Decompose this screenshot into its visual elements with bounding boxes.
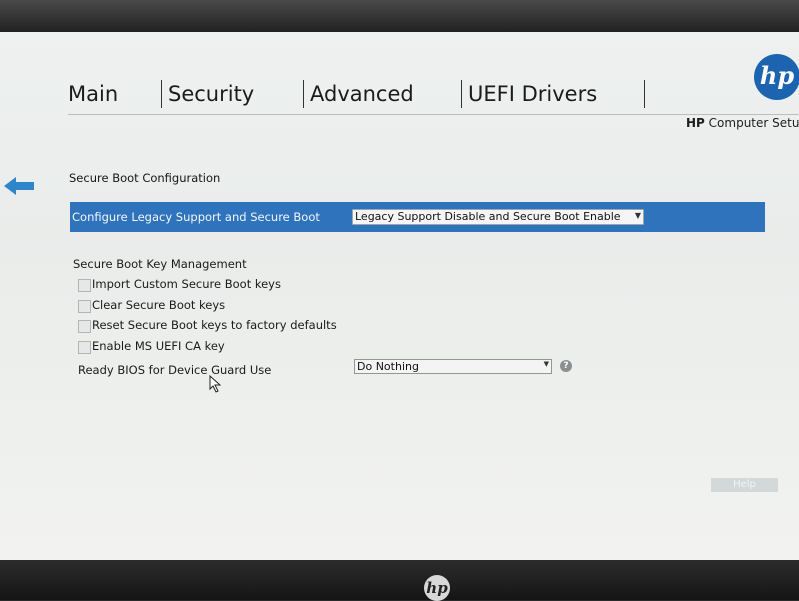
- tab-separator: [161, 80, 162, 108]
- tab-advanced[interactable]: Advanced: [310, 82, 414, 106]
- app-title: HP Computer Setup: [686, 116, 799, 130]
- tab-separator: [303, 80, 304, 108]
- checkbox-label: Reset Secure Boot keys to factory defaul…: [92, 318, 337, 332]
- product-name: Computer Setup: [708, 116, 799, 130]
- legacy-secure-boot-dropdown[interactable]: Legacy Support Disable and Secure Boot E…: [352, 209, 644, 225]
- section-title: Secure Boot Configuration: [69, 171, 221, 185]
- tab-security[interactable]: Security: [168, 82, 254, 106]
- legacy-secure-boot-label: Configure Legacy Support and Secure Boot: [72, 210, 320, 224]
- checkbox-label: Enable MS UEFI CA key: [92, 339, 225, 353]
- device-guard-label: Ready BIOS for Device Guard Use: [78, 363, 272, 377]
- tab-underline: [68, 114, 798, 115]
- bios-screen: Main Security Advanced UEFI Drivers hp H…: [0, 32, 799, 560]
- checkbox-label: Import Custom Secure Boot keys: [92, 277, 281, 291]
- dropdown-value: Legacy Support Disable and Secure Boot E…: [355, 210, 621, 223]
- tab-separator: [644, 80, 645, 108]
- tab-uefi-drivers[interactable]: UEFI Drivers: [468, 82, 597, 106]
- mouse-cursor-icon: [209, 375, 221, 393]
- brand-name: HP: [686, 116, 705, 130]
- legacy-secure-boot-row[interactable]: Configure Legacy Support and Secure Boot…: [70, 202, 765, 232]
- checkbox[interactable]: [78, 341, 91, 354]
- device-guard-dropdown[interactable]: Do Nothing ▼: [354, 359, 552, 374]
- dropdown-value: Do Nothing: [357, 360, 419, 373]
- monitor-bezel-top: [0, 0, 799, 34]
- checkbox[interactable]: [78, 320, 91, 333]
- key-management-heading: Secure Boot Key Management: [73, 257, 247, 271]
- chevron-down-icon: ▼: [634, 211, 641, 220]
- monitor-hp-logo: hp: [424, 575, 450, 601]
- checkbox-label: Clear Secure Boot keys: [92, 298, 226, 312]
- checkbox[interactable]: [78, 279, 91, 292]
- monitor-bezel-bottom: [0, 560, 799, 600]
- checkbox[interactable]: [78, 300, 91, 313]
- hp-logo: hp: [754, 54, 799, 100]
- tab-main[interactable]: Main: [68, 82, 118, 106]
- back-arrow-icon[interactable]: [4, 176, 34, 196]
- help-icon[interactable]: ?: [560, 360, 572, 372]
- tab-separator: [461, 80, 462, 108]
- help-button[interactable]: Help: [711, 478, 778, 492]
- chevron-down-icon: ▼: [543, 360, 549, 368]
